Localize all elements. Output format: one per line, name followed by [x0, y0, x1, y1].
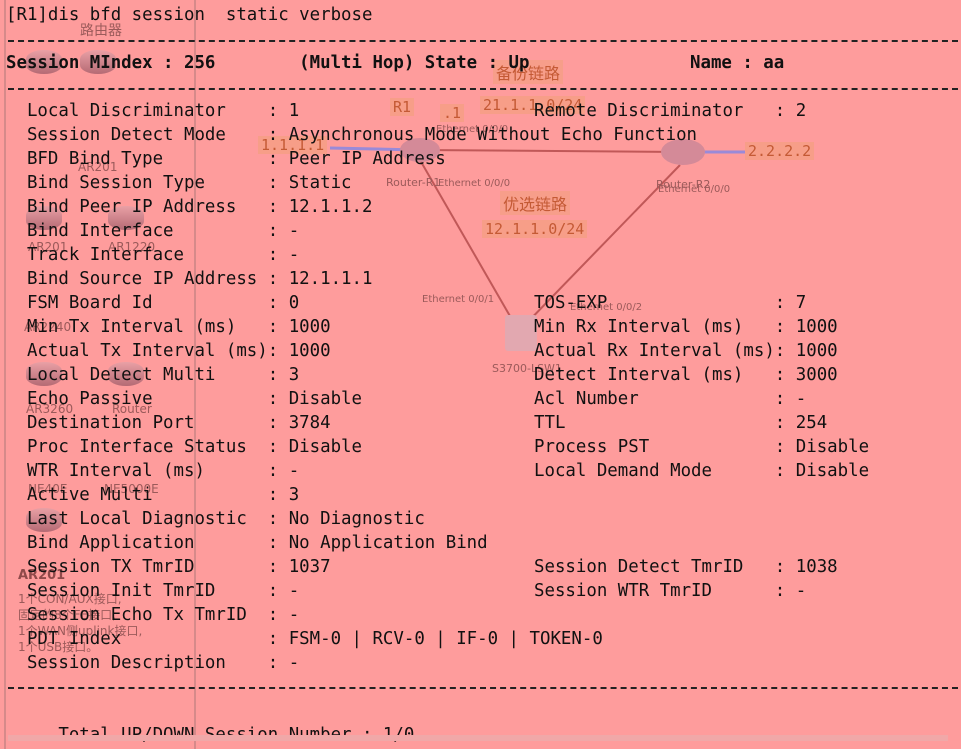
- detail-row-left: Local Detect Multi : 3: [6, 365, 300, 385]
- detail-row-left: Bind Source IP Address : 12.1.1.1: [6, 269, 373, 289]
- detail-row-right: Session WTR TmrID : -: [534, 581, 807, 601]
- session-name: Name : aa: [690, 53, 785, 73]
- separator: [8, 88, 958, 90]
- detail-row-right: Min Rx Interval (ms) : 1000: [534, 317, 838, 337]
- detail-row-right: Process PST : Disable: [534, 437, 870, 457]
- detail-row-left: Min Tx Interval (ms) : 1000: [6, 317, 331, 337]
- detail-row-left: Bind Peer IP Address : 12.1.1.2: [6, 197, 373, 217]
- detail-row-right: Remote Discriminator : 2: [534, 101, 807, 121]
- detail-row-right: Detect Interval (ms) : 3000: [534, 365, 838, 385]
- detail-row-left: Session Description : -: [6, 653, 300, 673]
- detail-row-right: TOS-EXP : 7: [534, 293, 807, 313]
- detail-row-left: WTR Interval (ms) : -: [6, 461, 300, 481]
- detail-row-left: Active Multi : 3: [6, 485, 300, 505]
- detail-row-left: Session Detect Mode : Asynchronous Mode …: [6, 125, 698, 145]
- session-header: Session MIndex : 256 (Multi Hop) State :…: [6, 53, 530, 73]
- detail-row-left: Session Init TmrID : -: [6, 581, 300, 601]
- console-scroll-track: [8, 735, 948, 741]
- detail-row-left: Local Discriminator : 1: [6, 101, 300, 121]
- cli-console[interactable]: [R1]dis bfd session static verbose Sessi…: [0, 0, 961, 749]
- detail-row-left: PDT Index : FSM-0 | RCV-0 | IF-0 | TOKEN…: [6, 629, 603, 649]
- detail-row-left: Echo Passive : Disable: [6, 389, 362, 409]
- separator: [8, 687, 958, 689]
- detail-row-right: Local Demand Mode : Disable: [534, 461, 870, 481]
- detail-row-left: Bind Application : No Application Bind: [6, 533, 488, 553]
- command-line: [R1]dis bfd session static verbose: [6, 5, 373, 25]
- detail-row-left: Last Local Diagnostic : No Diagnostic: [6, 509, 425, 529]
- detail-row-left: Proc Interface Status : Disable: [6, 437, 362, 457]
- detail-row-left: Actual Tx Interval (ms): 1000: [6, 341, 331, 361]
- detail-row-right: Session Detect TmrID : 1038: [534, 557, 838, 577]
- detail-row-right: Actual Rx Interval (ms): 1000: [534, 341, 838, 361]
- separator: [8, 40, 958, 42]
- detail-row-left: Destination Port : 3784: [6, 413, 331, 433]
- detail-row-left: Track Interface : -: [6, 245, 300, 265]
- detail-row-left: Session TX TmrID : 1037: [6, 557, 331, 577]
- detail-row-left: Session Echo Tx TmrID : -: [6, 605, 300, 625]
- detail-row-left: FSM Board Id : 0: [6, 293, 300, 313]
- detail-row-left: Bind Interface : -: [6, 221, 300, 241]
- detail-row-right: TTL : 254: [534, 413, 828, 433]
- detail-row-left: BFD Bind Type : Peer IP Address: [6, 149, 446, 169]
- detail-row-left: Bind Session Type : Static: [6, 173, 352, 193]
- detail-row-right: Acl Number : -: [534, 389, 807, 409]
